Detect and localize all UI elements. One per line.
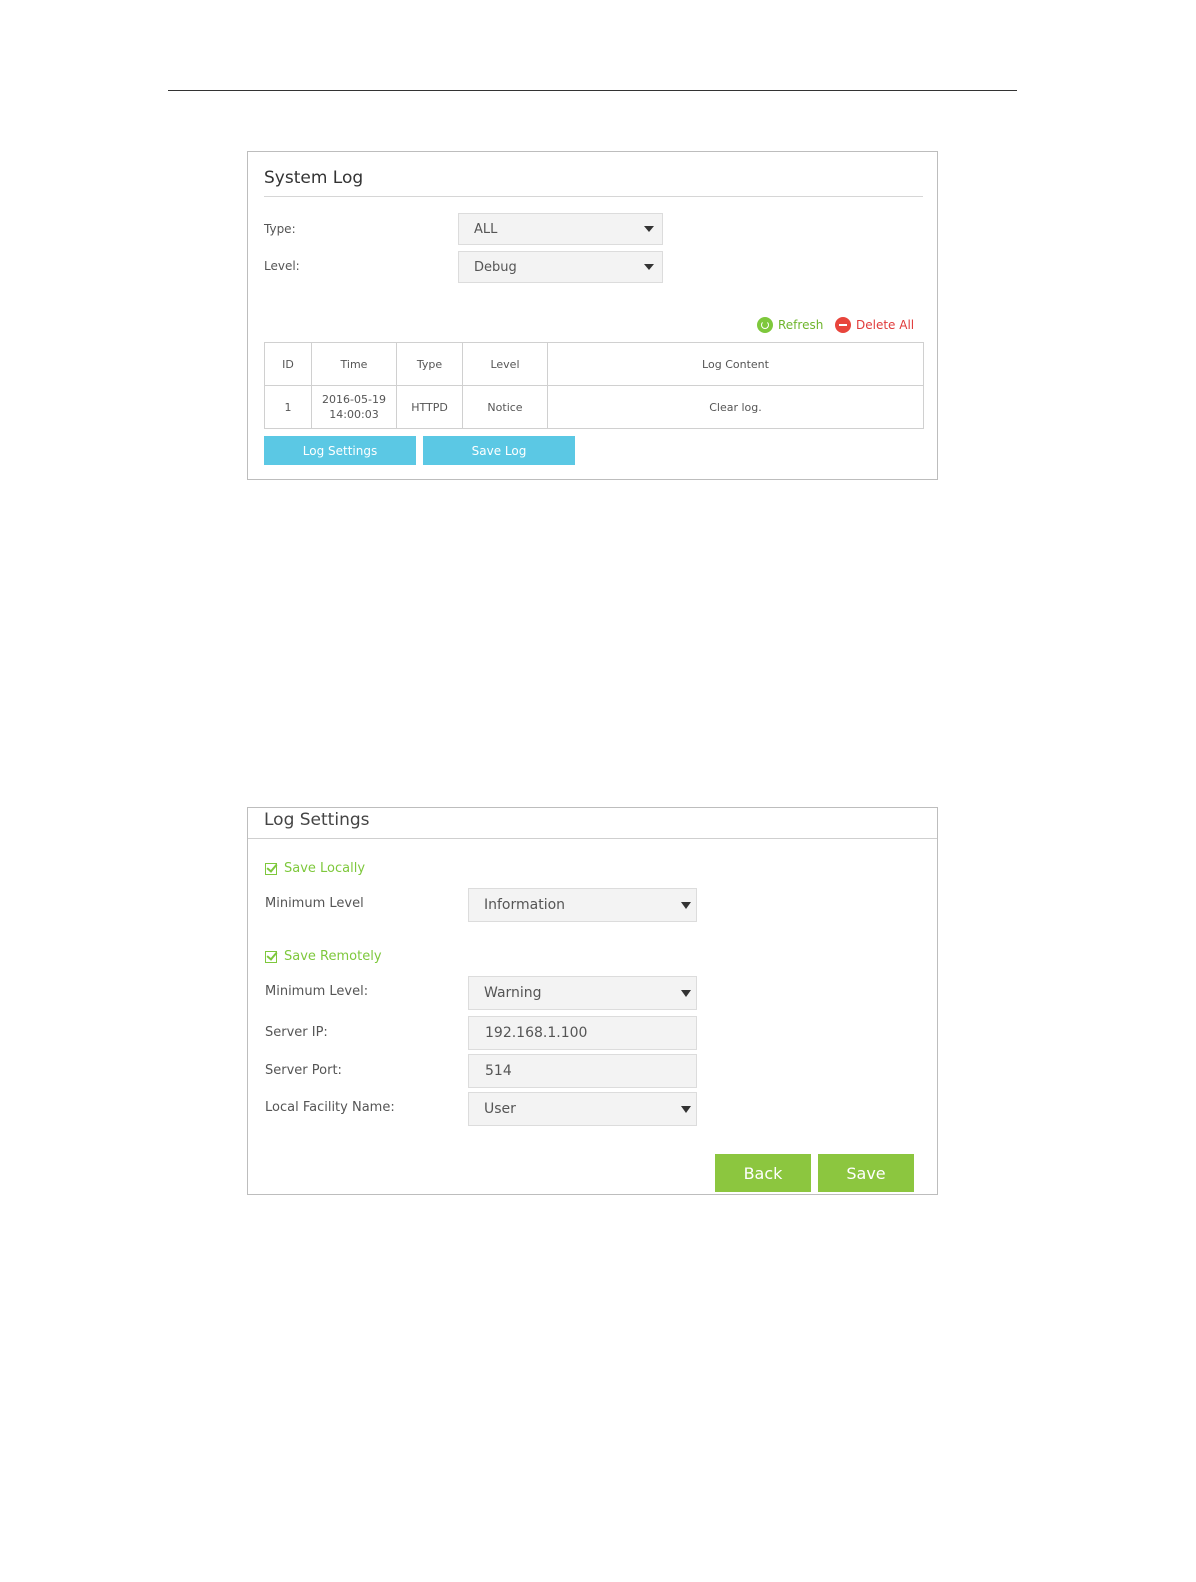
log-settings-panel: Log Settings Save Locally Minimum Level … [247,807,938,1195]
save-remotely-checkbox[interactable]: Save Remotely [265,949,382,964]
log-settings-button[interactable]: Log Settings [264,436,416,465]
type-select-value: ALL [474,221,498,237]
system-log-panel: System Log Type: ALL Level: Debug Refres… [247,151,938,480]
chevron-down-icon [681,990,691,997]
remote-min-level-value: Warning [484,985,542,1001]
server-port-label: Server Port: [265,1063,342,1078]
column-header-time: Time [311,342,397,386]
delete-all-button[interactable]: Delete All [835,317,914,333]
cell-id: 1 [264,385,312,429]
log-table: ID Time Type Level Log Content 1 2016-05… [264,342,924,429]
cell-type: HTTPD [396,385,463,429]
column-header-id: ID [264,342,312,386]
table-row: 1 2016-05-19 14:00:03 HTTPD Notice Clear… [264,385,924,429]
server-port-input[interactable]: 514 [468,1054,697,1088]
chevron-down-icon [644,226,654,232]
delete-all-label: Delete All [856,318,915,332]
system-log-title: System Log [264,166,923,197]
refresh-button[interactable]: Refresh [757,317,823,333]
log-settings-title-bar: Log Settings [248,808,937,839]
page-header-rule [168,90,1017,91]
type-select[interactable]: ALL [458,213,663,245]
chevron-down-icon [681,1106,691,1113]
checkbox-checked-icon [265,950,277,963]
save-button[interactable]: Save [818,1154,914,1192]
save-locally-checkbox[interactable]: Save Locally [265,861,365,876]
save-log-button[interactable]: Save Log [423,436,575,465]
checkbox-checked-icon [265,862,277,875]
refresh-label: Refresh [778,318,824,332]
table-header-row: ID Time Type Level Log Content [264,342,924,386]
local-min-level-label: Minimum Level [265,896,364,911]
save-locally-label: Save Locally [284,861,366,876]
remote-min-level-select[interactable]: Warning [468,976,697,1010]
back-button[interactable]: Back [715,1154,811,1192]
cell-time-clock: 14:00:03 [329,408,379,421]
refresh-icon [757,317,773,333]
server-ip-label: Server IP: [265,1025,328,1040]
local-min-level-value: Information [484,897,566,913]
save-remotely-label: Save Remotely [284,949,382,964]
remote-min-level-label: Minimum Level: [265,984,369,999]
type-label: Type: [264,222,296,236]
chevron-down-icon [644,264,654,270]
cell-level: Notice [462,385,548,429]
level-select[interactable]: Debug [458,251,663,283]
chevron-down-icon [681,902,691,909]
column-header-level: Level [462,342,548,386]
cell-log-content: Clear log. [547,385,924,429]
log-settings-title: Log Settings [264,810,370,830]
facility-value: User [484,1101,516,1117]
local-min-level-select[interactable]: Information [468,888,697,922]
server-ip-input[interactable]: 192.168.1.100 [468,1016,697,1050]
minus-circle-icon [835,317,851,333]
column-header-log-content: Log Content [547,342,924,386]
level-label: Level: [264,259,300,273]
facility-select[interactable]: User [468,1092,697,1126]
facility-label: Local Facility Name: [265,1100,395,1115]
level-select-value: Debug [474,259,517,275]
column-header-type: Type [396,342,463,386]
cell-time-date: 2016-05-19 [322,393,386,406]
cell-time: 2016-05-19 14:00:03 [311,385,397,429]
